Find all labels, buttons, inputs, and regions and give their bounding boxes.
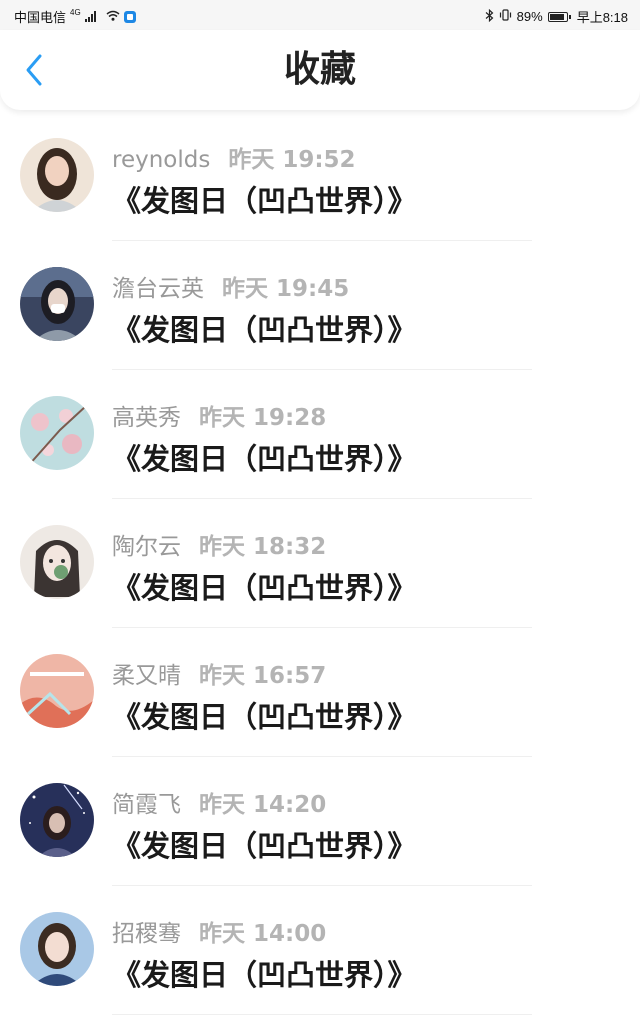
item-title[interactable]: 《发图日（凹凸世界）》 xyxy=(112,178,417,220)
user-name[interactable]: 高英秀 xyxy=(112,398,181,432)
signal-icon xyxy=(84,11,96,22)
timestamp: 昨天 16:57 xyxy=(199,663,327,689)
item-title[interactable]: 《发图日（凹凸世界）》 xyxy=(112,307,417,349)
battery-icon xyxy=(547,11,571,22)
avatar[interactable] xyxy=(20,783,94,857)
status-bar-right: 89% 早上8:18 xyxy=(485,7,628,26)
user-name[interactable]: 陶尔云 xyxy=(112,527,181,561)
item-title[interactable]: 《发图日（凹凸世界）》 xyxy=(112,565,417,607)
item-title[interactable]: 《发图日（凹凸世界）》 xyxy=(112,436,417,478)
list-item[interactable]: 高英秀 昨天 19:28 《发图日（凹凸世界）》 xyxy=(0,374,640,503)
wifi-icon xyxy=(106,9,120,24)
list-item[interactable]: reynolds 昨天 19:52 《发图日（凹凸世界）》 xyxy=(0,116,640,245)
list-item[interactable]: 陶尔云 昨天 18:32 《发图日（凹凸世界）》 xyxy=(0,503,640,632)
item-title[interactable]: 《发图日（凹凸世界）》 xyxy=(112,694,417,736)
divider xyxy=(112,498,532,499)
status-time: 早上8:18 xyxy=(576,10,628,25)
item-meta: 澹台云英 昨天 19:45 xyxy=(112,269,349,303)
user-name[interactable]: 澹台云英 xyxy=(112,269,204,303)
status-bar-left: 中国电信 4G xyxy=(14,7,136,26)
divider xyxy=(112,627,532,628)
divider xyxy=(112,1014,532,1015)
user-name[interactable]: reynolds xyxy=(112,147,210,173)
carrier-label: 中国电信 xyxy=(14,10,67,25)
timestamp: 昨天 19:52 xyxy=(228,147,356,173)
list-item[interactable]: 招稷骞 昨天 14:00 《发图日（凹凸世界）》 xyxy=(0,890,640,1019)
item-meta: 陶尔云 昨天 18:32 xyxy=(112,527,326,561)
timestamp: 昨天 19:45 xyxy=(222,276,350,302)
network-type-label: 4G xyxy=(70,8,81,17)
divider xyxy=(112,756,532,757)
item-meta: 简霞飞 昨天 14:20 xyxy=(112,785,326,819)
item-meta: 高英秀 昨天 19:28 xyxy=(112,398,326,432)
divider xyxy=(112,240,532,241)
timestamp: 昨天 14:00 xyxy=(199,921,327,947)
status-bar: 中国电信 4G 89% 早上8:18 xyxy=(0,0,640,30)
user-name[interactable]: 招稷骞 xyxy=(112,914,181,948)
bluetooth-icon xyxy=(485,8,494,25)
user-name[interactable]: 简霞飞 xyxy=(112,785,181,819)
avatar[interactable] xyxy=(20,912,94,986)
avatar[interactable] xyxy=(20,396,94,470)
avatar[interactable] xyxy=(20,654,94,728)
app-notification-icon xyxy=(123,10,136,23)
timestamp: 昨天 14:20 xyxy=(199,792,327,818)
item-title[interactable]: 《发图日（凹凸世界）》 xyxy=(112,823,417,865)
user-name[interactable]: 柔又晴 xyxy=(112,656,181,690)
avatar[interactable] xyxy=(20,267,94,341)
page-title: 收藏 xyxy=(283,49,356,90)
timestamp: 昨天 18:32 xyxy=(199,534,327,560)
divider xyxy=(112,885,532,886)
timestamp: 昨天 19:28 xyxy=(199,405,327,431)
item-title[interactable]: 《发图日（凹凸世界）》 xyxy=(112,952,417,994)
item-meta: 柔又晴 昨天 16:57 xyxy=(112,656,326,690)
avatar[interactable] xyxy=(20,138,94,212)
divider xyxy=(112,369,532,370)
list-item[interactable]: 柔又晴 昨天 16:57 《发图日（凹凸世界）》 xyxy=(0,632,640,761)
list-item[interactable]: 简霞飞 昨天 14:20 《发图日（凹凸世界）》 xyxy=(0,761,640,890)
list-item[interactable]: 澹台云英 昨天 19:45 《发图日（凹凸世界）》 xyxy=(0,245,640,374)
item-meta: reynolds 昨天 19:52 xyxy=(112,140,356,174)
vibrate-icon xyxy=(499,9,512,24)
header: 收藏 xyxy=(0,30,640,110)
item-meta: 招稷骞 昨天 14:00 xyxy=(112,914,326,948)
favorites-list: reynolds 昨天 19:52 《发图日（凹凸世界）》 澹台云英 昨天 19… xyxy=(0,116,640,1019)
avatar[interactable] xyxy=(20,525,94,599)
battery-percent: 89% xyxy=(516,9,543,24)
